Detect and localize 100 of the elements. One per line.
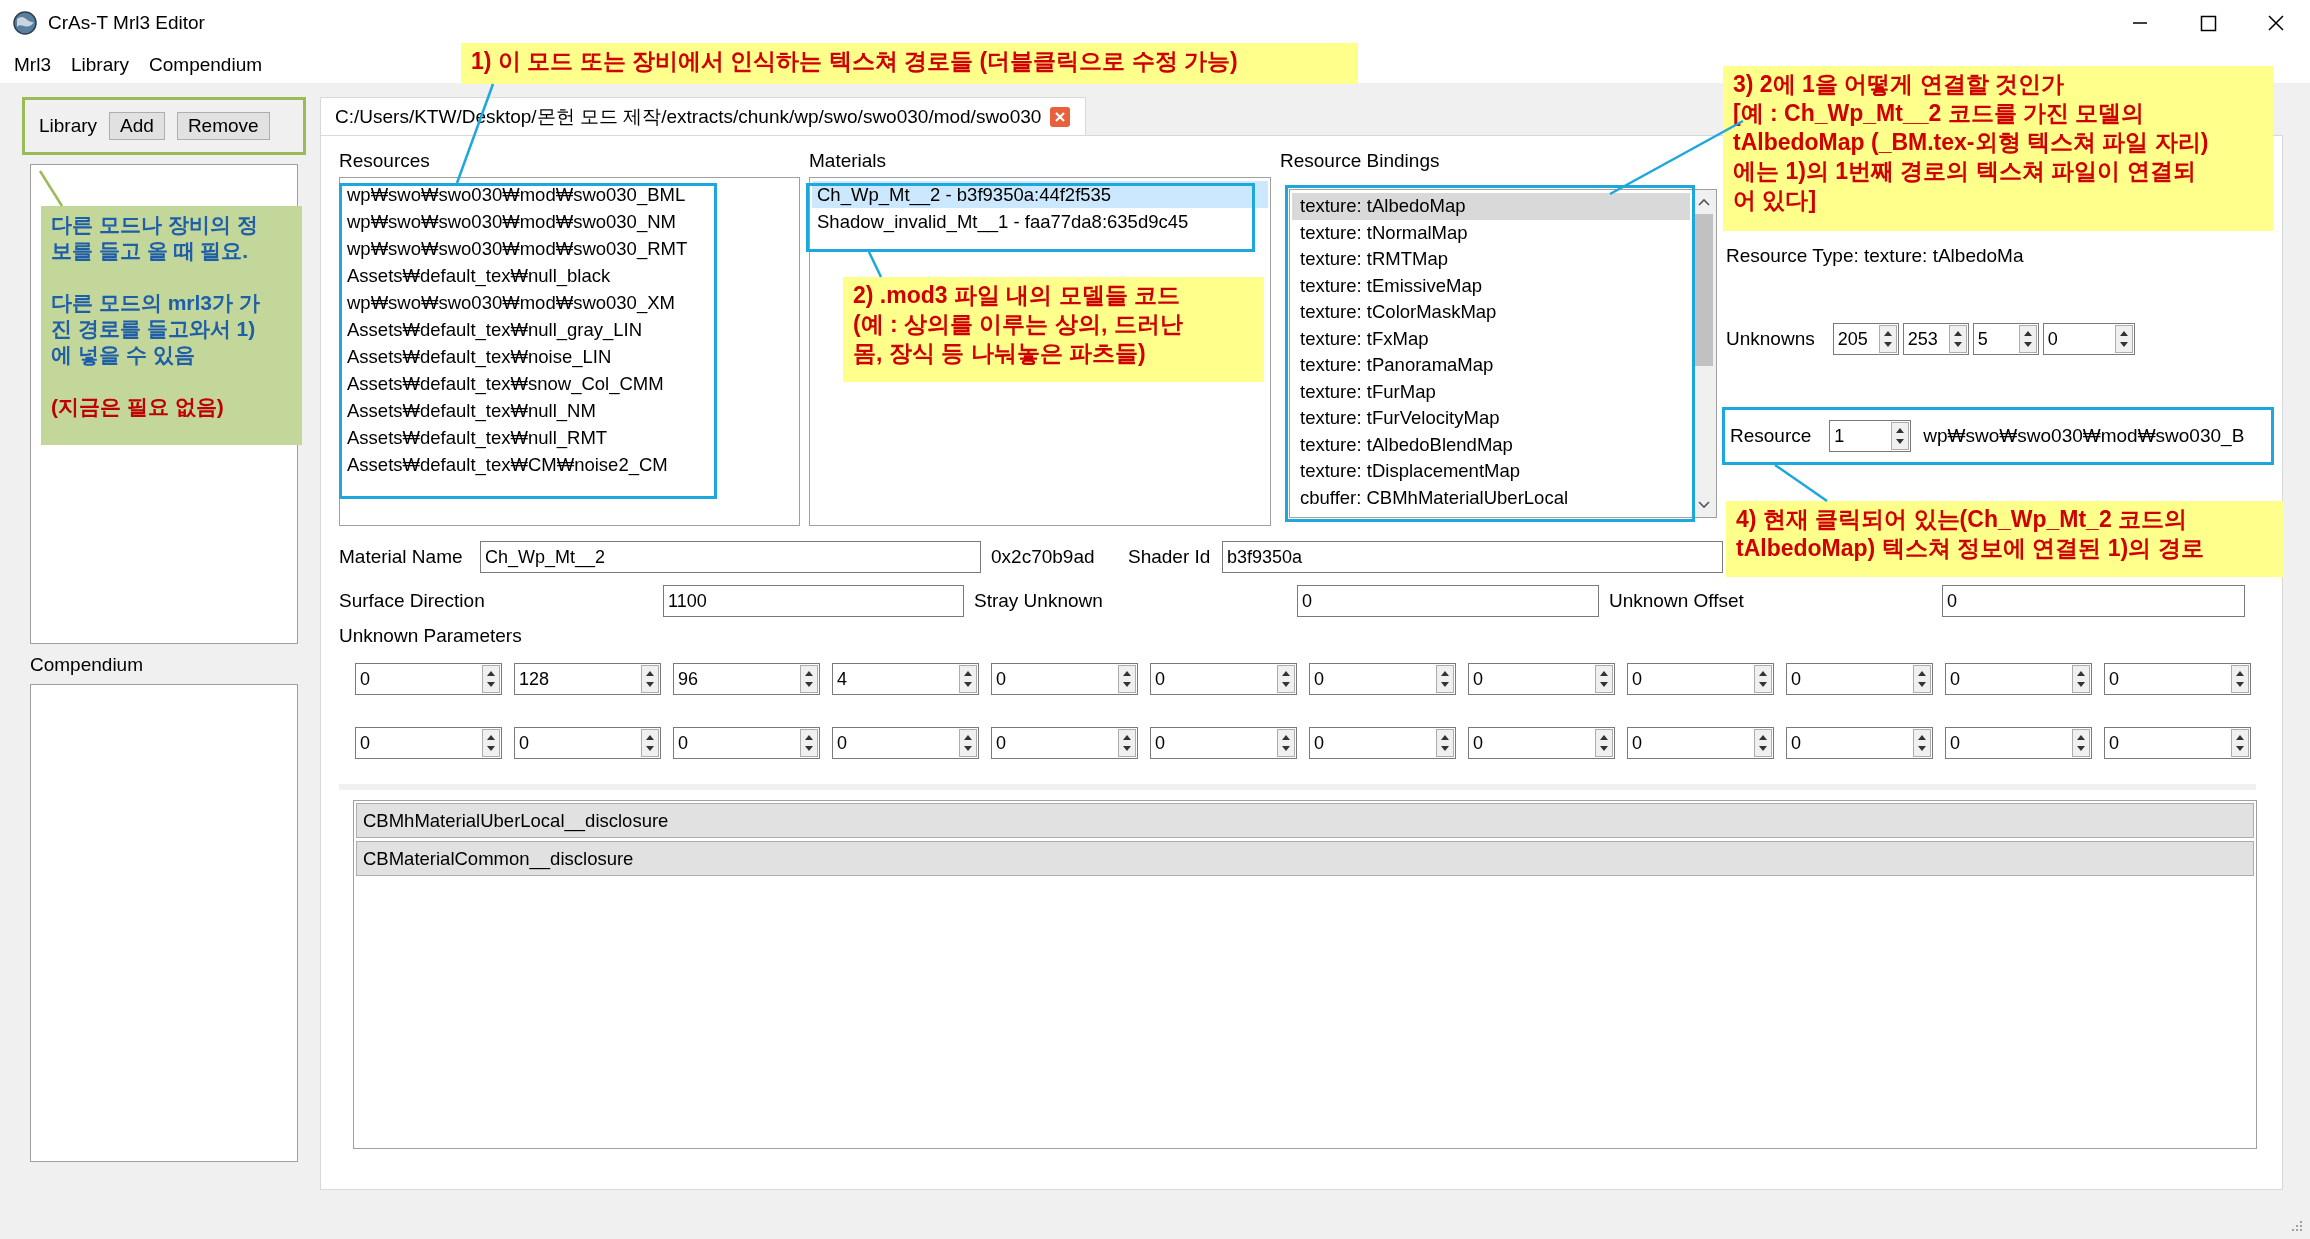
spin-arrows-icon[interactable] [641, 729, 659, 757]
spin-arrows-icon[interactable] [1118, 665, 1136, 693]
add-button[interactable]: Add [109, 112, 165, 140]
list-item[interactable]: Assets₩default_tex₩CM₩noise2_CM [342, 451, 797, 478]
number-field[interactable]: 0 [1627, 663, 1774, 695]
spin-arrows-icon[interactable] [1913, 729, 1931, 757]
spin-arrows-icon[interactable] [1878, 325, 1897, 353]
menu-item[interactable]: Compendium [139, 53, 273, 76]
number-field[interactable]: 5 [1972, 323, 2039, 355]
number-field[interactable]: 0 [1309, 663, 1456, 695]
spin-arrows-icon[interactable] [1754, 729, 1772, 757]
number-field[interactable]: 253 [1902, 323, 1969, 355]
list-item[interactable]: texture: tDisplacementMap [1292, 458, 1690, 485]
list-item[interactable]: Shadow_invalid_Mt__1 - faa77da8:635d9c45 [812, 208, 1268, 235]
spin-arrows-icon[interactable] [2072, 729, 2090, 757]
spin-arrows-icon[interactable] [1277, 729, 1295, 757]
menu-item[interactable]: Mrl3 [4, 53, 61, 76]
number-field[interactable]: 0 [1150, 663, 1297, 695]
text-field[interactable]: 1100 [663, 585, 964, 617]
spin-arrows-icon[interactable] [1754, 665, 1772, 693]
list-item[interactable]: wp₩swo₩swo030₩mod₩swo030_NM [342, 208, 797, 235]
spin-arrows-icon[interactable] [1595, 665, 1613, 693]
number-field[interactable]: 0 [1945, 663, 2092, 695]
spin-arrows-icon[interactable] [1118, 729, 1136, 757]
disclosure-item[interactable]: CBMaterialCommon__disclosure [356, 841, 2254, 876]
list-item[interactable]: wp₩swo₩swo030₩mod₩swo030_BML [342, 181, 797, 208]
list-item[interactable]: texture: tNormalMap [1292, 219, 1690, 246]
number-field[interactable]: 0 [991, 663, 1138, 695]
number-field[interactable]: 4 [832, 663, 979, 695]
list-item[interactable]: texture: tFurMap [1292, 378, 1690, 405]
text-field[interactable]: 0 [1942, 585, 2245, 617]
list-item[interactable]: texture: tFxMap [1292, 325, 1690, 352]
list-item[interactable]: texture: tAlbedoBlendMap [1292, 431, 1690, 458]
number-field[interactable]: 0 [1468, 727, 1615, 759]
number-field[interactable]: 0 [673, 727, 820, 759]
spin-arrows-icon[interactable] [800, 665, 818, 693]
number-field[interactable]: 128 [514, 663, 661, 695]
list-item[interactable]: wp₩swo₩swo030₩mod₩swo030_XM [342, 289, 797, 316]
number-field[interactable]: 0 [355, 727, 502, 759]
number-field[interactable]: 0 [1786, 663, 1933, 695]
spin-arrows-icon[interactable] [2018, 325, 2037, 353]
spin-arrows-icon[interactable] [1913, 665, 1931, 693]
hash-text: 0x2c70b9ad [991, 546, 1096, 568]
list-item[interactable]: wp₩swo₩swo030₩mod₩swo030_RMT [342, 235, 797, 262]
text-field[interactable]: b3f9350a [1222, 541, 1723, 573]
number-field[interactable]: 0 [1786, 727, 1933, 759]
list-item[interactable]: texture: tRMTMap [1292, 246, 1690, 273]
spin-arrows-icon[interactable] [1595, 729, 1613, 757]
menu-item[interactable]: Library [60, 53, 140, 76]
spin-arrows-icon[interactable] [1436, 729, 1454, 757]
list-item[interactable]: texture: tColorMaskMap [1292, 299, 1690, 326]
list-item[interactable]: Assets₩default_tex₩noise_LIN [342, 343, 797, 370]
resize-grip-icon[interactable] [2290, 1219, 2304, 1233]
spin-arrows-icon[interactable] [482, 665, 500, 693]
list-item[interactable]: texture: tPanoramaMap [1292, 352, 1690, 379]
list-item[interactable]: texture: tAlbedoMap [1292, 193, 1690, 220]
list-item[interactable]: Assets₩default_tex₩null_black [342, 262, 797, 289]
spin-arrows-icon[interactable] [1436, 665, 1454, 693]
number-field[interactable]: 0 [1309, 727, 1456, 759]
number-field[interactable]: 0 [355, 663, 502, 695]
number-field[interactable]: 0 [832, 727, 979, 759]
number-field[interactable]: 0 [2104, 727, 2251, 759]
list-item[interactable]: Assets₩default_tex₩null_NM [342, 397, 797, 424]
spin-arrows-icon[interactable] [800, 729, 818, 757]
list-item[interactable]: Assets₩default_tex₩null_RMT [342, 424, 797, 451]
number-field[interactable]: 0 [991, 727, 1138, 759]
list-item[interactable]: cbuffer: CBMhMaterialUberLocal [1292, 484, 1690, 511]
number-field[interactable]: 0 [1945, 727, 2092, 759]
number-field[interactable]: 0 [514, 727, 661, 759]
text-field[interactable]: Ch_Wp_Mt__2 [480, 541, 981, 573]
spin-arrows-icon[interactable] [959, 665, 977, 693]
spin-arrows-icon[interactable] [959, 729, 977, 757]
number-field[interactable]: 0 [1150, 727, 1297, 759]
number-field[interactable]: 0 [1627, 727, 1774, 759]
leader-line [867, 251, 883, 278]
spin-arrows-icon[interactable] [2114, 325, 2133, 353]
disclosure-item[interactable]: CBMhMaterialUberLocal__disclosure [356, 803, 2254, 838]
number-field[interactable]: 96 [673, 663, 820, 695]
spin-arrows-icon[interactable] [641, 665, 659, 693]
spin-arrows-icon[interactable] [1891, 422, 1910, 450]
resource-path: wp₩swo₩swo030₩mod₩swo030_B [1923, 425, 2245, 447]
list-item[interactable]: Assets₩default_tex₩null_gray_LIN [342, 316, 797, 343]
list-item[interactable]: texture: tFurVelocityMap [1292, 405, 1690, 432]
spin-arrows-icon[interactable] [482, 729, 500, 757]
app-icon [12, 10, 38, 36]
spin-arrows-icon[interactable] [2231, 729, 2249, 757]
list-item[interactable]: texture: tEmissiveMap [1292, 272, 1690, 299]
spin-arrows-icon[interactable] [1948, 325, 1967, 353]
spin-arrows-icon[interactable] [2231, 665, 2249, 693]
number-field[interactable]: 0 [2042, 323, 2135, 355]
spin-arrows-icon[interactable] [1277, 665, 1295, 693]
field-label: Material Name [339, 546, 464, 568]
spin-arrows-icon[interactable] [2072, 665, 2090, 693]
number-field[interactable]: 1 [1829, 420, 1912, 452]
text-field[interactable]: 0 [1297, 585, 1599, 617]
number-field[interactable]: 0 [1468, 663, 1615, 695]
number-field[interactable]: 0 [2104, 663, 2251, 695]
list-item[interactable]: Assets₩default_tex₩snow_Col_CMM [342, 370, 797, 397]
number-field[interactable]: 205 [1832, 323, 1899, 355]
remove-button[interactable]: Remove [176, 112, 270, 140]
